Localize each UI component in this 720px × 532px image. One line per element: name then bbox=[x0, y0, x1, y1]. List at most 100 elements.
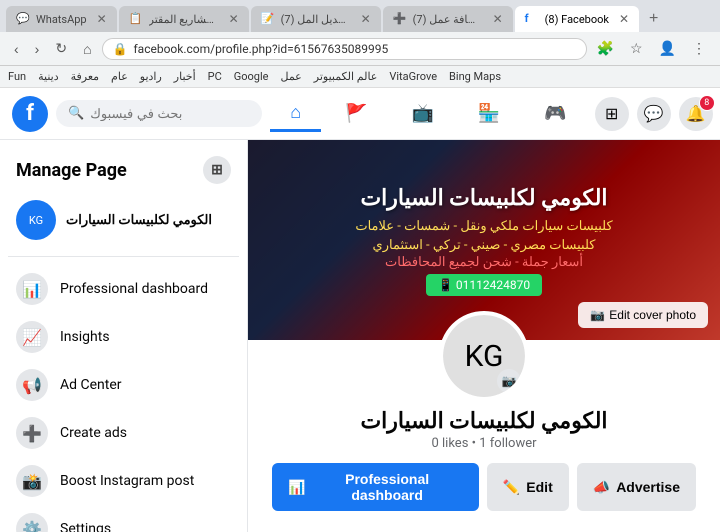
menu-item-professional[interactable]: 📊 Professional dashboard bbox=[8, 265, 239, 313]
forward-button[interactable]: › bbox=[29, 37, 46, 61]
cover-sub-text: كلبيسات سيارات ملكي ونقل - شمسات - علاما… bbox=[355, 219, 612, 234]
professional-dashboard-button[interactable]: 📊 Professional dashboard bbox=[272, 463, 479, 511]
notification-badge: 8 bbox=[699, 95, 715, 111]
fb-right-controls: ⊞ 💬 🔔 8 bbox=[595, 97, 720, 131]
new-tab-button[interactable]: + bbox=[641, 6, 666, 32]
home-button[interactable]: ⌂ bbox=[77, 37, 97, 61]
tab-facebook[interactable]: f (8) Facebook ✕ bbox=[515, 6, 639, 32]
cover-phone: 📱 01112424870 bbox=[426, 274, 542, 296]
tab-more[interactable]: More bbox=[669, 523, 720, 532]
nav-flag-button[interactable]: 🚩 bbox=[325, 97, 387, 130]
menu-button[interactable]: ⋮ bbox=[686, 36, 712, 61]
reload-button[interactable]: ↻ bbox=[49, 36, 73, 61]
page-item-name: الكومي لكلبيسات السيارات bbox=[66, 213, 212, 228]
sidebar-title-container: Manage Page ⊞ bbox=[8, 152, 239, 192]
edit-cover-label: Edit cover photo bbox=[609, 308, 696, 322]
bookmark-button[interactable]: ☆ bbox=[624, 36, 649, 61]
menu-item-ad-center-label: Ad Center bbox=[60, 377, 122, 393]
bookmark-knowledge[interactable]: معرفة bbox=[71, 70, 99, 83]
tab-favicon-projects: 📋 bbox=[129, 12, 143, 26]
megaphone-icon: 📣 bbox=[593, 479, 610, 496]
manage-page-title: Manage Page bbox=[16, 160, 127, 181]
tab-favicon-facebook: f bbox=[525, 12, 539, 26]
apps-button[interactable]: ⊞ bbox=[595, 97, 629, 131]
bookmark-vita[interactable]: VitaGrove bbox=[389, 70, 437, 83]
cover-main-text: الكومي لكلبيسات السيارات bbox=[360, 184, 607, 215]
tab-title-add: (7) إضافة عمل. bbox=[413, 13, 483, 26]
settings-icon: ⚙️ bbox=[16, 513, 48, 532]
bookmark-general[interactable]: عام bbox=[111, 70, 128, 83]
tab-mentions[interactable]: Mentions bbox=[402, 523, 489, 532]
avatar-camera-icon[interactable]: 📷 bbox=[497, 369, 521, 393]
advertise-page-button[interactable]: 📣 Advertise bbox=[577, 463, 696, 511]
bookmark-radio[interactable]: راديو bbox=[140, 70, 162, 83]
tab-followers[interactable]: Followers bbox=[577, 523, 666, 532]
profile-button[interactable]: 👤 bbox=[653, 36, 682, 61]
sidebar-divider-1 bbox=[8, 256, 239, 257]
tab-close-add[interactable]: ✕ bbox=[493, 12, 503, 26]
tab-projects[interactable]: 📋 المشاريع المقتر ✕ bbox=[119, 6, 249, 32]
extensions-button[interactable]: 🧩 bbox=[591, 36, 620, 61]
menu-item-boost-instagram[interactable]: 📸 Boost Instagram post bbox=[8, 457, 239, 505]
page-item-main[interactable]: KG الكومي لكلبيسات السيارات bbox=[8, 192, 239, 248]
bookmark-religious[interactable]: دينية bbox=[38, 70, 59, 83]
page-stats: 0 likes • 1 follower bbox=[431, 436, 536, 451]
messenger-button[interactable]: 💬 bbox=[637, 97, 671, 131]
nav-home-button[interactable]: ⌂ bbox=[270, 96, 321, 132]
tab-add[interactable]: ➕ (7) إضافة عمل. ✕ bbox=[383, 6, 513, 32]
bookmark-news[interactable]: أخبار bbox=[174, 70, 196, 83]
search-container[interactable]: 🔍 bbox=[56, 100, 262, 127]
cover-price-text: أسعار جملة - شحن لجميع المحافظات bbox=[385, 255, 583, 270]
nav-video-button[interactable]: 📺 bbox=[391, 97, 453, 130]
bookmark-fun[interactable]: Fun bbox=[8, 70, 26, 83]
address-bar[interactable]: 🔒 facebook.com/profile.php?id=6156763508… bbox=[102, 38, 587, 60]
tab-edit[interactable]: 📝 (7) تعديل المل... ✕ bbox=[251, 6, 381, 32]
bookmark-work[interactable]: عمل bbox=[280, 70, 301, 83]
menu-item-insights[interactable]: 📈 Insights bbox=[8, 313, 239, 361]
nav-gaming-button[interactable]: 🎮 bbox=[524, 97, 586, 130]
menu-item-create-ads-label: Create ads bbox=[60, 425, 127, 441]
nav-marketplace-button[interactable]: 🏪 bbox=[458, 97, 520, 130]
create-ads-icon: ➕ bbox=[16, 417, 48, 449]
advertise-page-label: Advertise bbox=[616, 479, 680, 495]
bookmark-computer-label: عالم الكمبيوتر bbox=[314, 70, 378, 83]
bookmark-vita-label: VitaGrove bbox=[389, 70, 437, 83]
tab-about[interactable]: About bbox=[332, 523, 398, 532]
page-tabs: Posts About Mentions Reviews Followers M… bbox=[248, 523, 720, 532]
page-content: الكومي لكلبيسات السيارات كلبيسات سيارات … bbox=[248, 140, 720, 532]
bookmark-pc[interactable]: PC bbox=[208, 70, 222, 83]
ad-center-icon: 📢 bbox=[16, 369, 48, 401]
bookmark-google-label: Google bbox=[234, 70, 269, 83]
sidebar-grid-icon[interactable]: ⊞ bbox=[203, 156, 231, 184]
tab-close-whatsapp[interactable]: ✕ bbox=[97, 12, 107, 26]
tab-whatsapp[interactable]: 💬 WhatsApp ✕ bbox=[6, 6, 117, 32]
bookmark-bing[interactable]: Bing Maps bbox=[449, 70, 501, 83]
professional-icon: 📊 bbox=[16, 273, 48, 305]
fb-navigation: ⌂ 🚩 📺 🏪 🎮 bbox=[270, 96, 587, 132]
tab-favicon-edit: 📝 bbox=[261, 12, 275, 26]
search-input[interactable] bbox=[90, 106, 250, 121]
bookmark-computer[interactable]: عالم الكمبيوتر bbox=[314, 70, 378, 83]
edit-page-button[interactable]: ✏️ Edit bbox=[487, 463, 569, 511]
tab-close-projects[interactable]: ✕ bbox=[229, 12, 239, 26]
tab-posts[interactable]: Posts bbox=[264, 523, 328, 532]
tab-reviews[interactable]: Reviews bbox=[492, 523, 572, 532]
back-button[interactable]: ‹ bbox=[8, 37, 25, 61]
url-text: facebook.com/profile.php?id=615676350899… bbox=[134, 42, 576, 56]
bookmark-google[interactable]: Google bbox=[234, 70, 269, 83]
notifications-button[interactable]: 🔔 8 bbox=[679, 97, 713, 131]
tab-close-facebook[interactable]: ✕ bbox=[619, 12, 629, 26]
edit-page-label: Edit bbox=[526, 479, 552, 495]
bookmarks-bar: Fun دينية معرفة عام راديو أخبار PC Googl… bbox=[0, 66, 720, 88]
menu-item-settings[interactable]: ⚙️ Settings bbox=[8, 505, 239, 532]
tab-title-projects: المشاريع المقتر bbox=[149, 13, 219, 26]
search-icon: 🔍 bbox=[68, 106, 84, 121]
cover-sub-text2: كلبيسات مصري - صيني - تركي - استثماري bbox=[373, 238, 596, 253]
page-name-title: الكومي لكلبيسات السيارات bbox=[360, 409, 607, 434]
edit-cover-button[interactable]: 📷 Edit cover photo bbox=[578, 302, 708, 328]
menu-item-professional-label: Professional dashboard bbox=[60, 281, 208, 297]
lock-icon: 🔒 bbox=[113, 42, 128, 56]
tab-close-edit[interactable]: ✕ bbox=[361, 12, 371, 26]
menu-item-create-ads[interactable]: ➕ Create ads bbox=[8, 409, 239, 457]
menu-item-ad-center[interactable]: 📢 Ad Center bbox=[8, 361, 239, 409]
